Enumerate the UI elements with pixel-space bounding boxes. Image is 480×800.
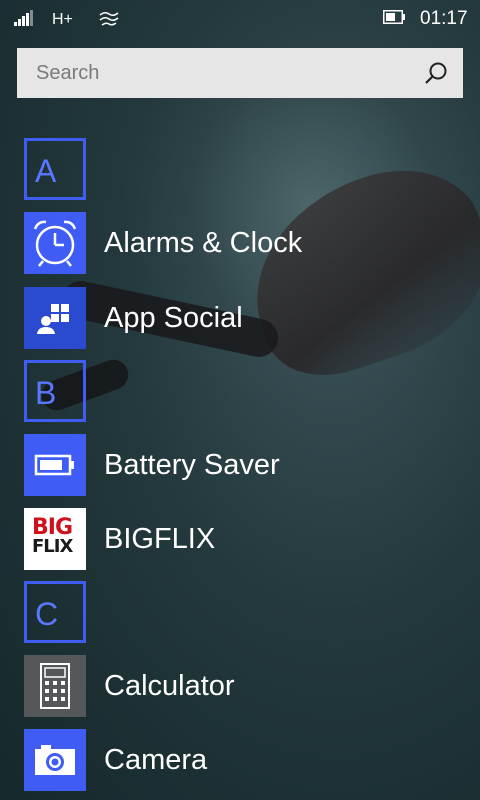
camera-icon: [24, 729, 86, 791]
app-item-camera[interactable]: Camera: [24, 729, 464, 791]
app-label: Alarms & Clock: [104, 227, 303, 259]
app-item-battery-saver[interactable]: Battery Saver: [24, 434, 464, 496]
letter-header-b[interactable]: B: [24, 360, 464, 422]
app-label: Calculator: [104, 670, 235, 702]
search-icon[interactable]: [423, 60, 449, 86]
alarm-clock-icon: [24, 212, 86, 274]
bigflix-logo: BIG FLIX: [24, 508, 86, 570]
app-label: App Social: [104, 302, 243, 334]
status-bar: H+ 01:17: [0, 0, 480, 36]
letter-label: C: [35, 596, 59, 632]
app-social-icon: [24, 287, 86, 349]
signal-bars-icon: [14, 10, 34, 26]
app-item-app-social[interactable]: App Social: [24, 287, 464, 349]
app-item-alarms-clock[interactable]: Alarms & Clock: [24, 212, 464, 274]
app-label: Battery Saver: [104, 449, 280, 481]
calculator-icon: [24, 655, 86, 717]
search-placeholder: Search: [36, 62, 100, 84]
network-type: H+: [52, 11, 73, 28]
letter-header-a[interactable]: A: [24, 138, 464, 200]
battery-saver-icon: [24, 434, 86, 496]
letter-tile[interactable]: C: [24, 581, 86, 643]
letter-label: B: [35, 375, 57, 411]
letter-tile[interactable]: B: [24, 360, 86, 422]
app-label: Camera: [104, 744, 208, 776]
battery-icon: [383, 10, 405, 24]
app-item-bigflix[interactable]: BIG FLIX BIGFLIX: [24, 508, 464, 570]
clock-time: 01:17: [420, 8, 468, 29]
letter-tile[interactable]: A: [24, 138, 86, 200]
wifi-calling-icon: [99, 11, 119, 26]
letter-label: A: [35, 153, 57, 189]
app-label: BIGFLIX: [104, 523, 216, 555]
bigflix-logo-flix: FLIX: [32, 536, 73, 557]
app-item-calculator[interactable]: Calculator: [24, 655, 464, 717]
search-input[interactable]: Search: [17, 48, 463, 98]
bigflix-logo-big: BIG: [32, 515, 73, 540]
letter-header-c[interactable]: C: [24, 581, 464, 643]
